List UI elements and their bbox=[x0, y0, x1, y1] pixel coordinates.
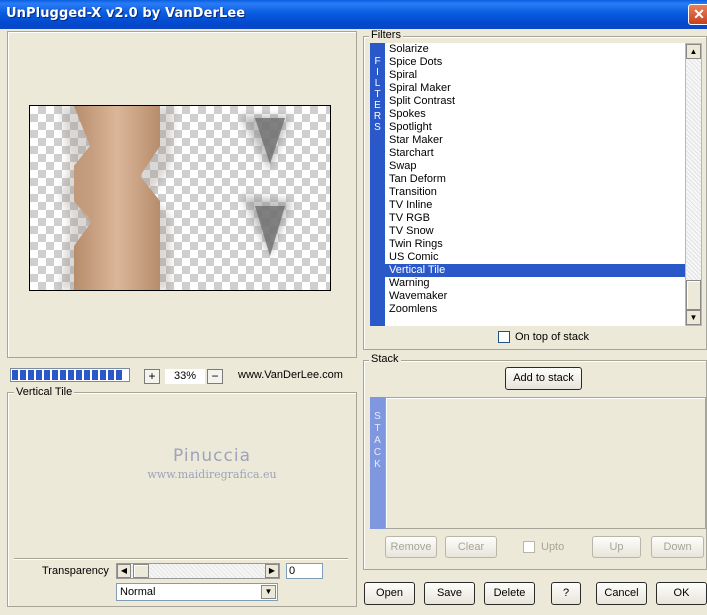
preview-artwork bbox=[60, 106, 292, 290]
list-item[interactable]: Spice Dots bbox=[385, 56, 686, 69]
blend-mode-value: Normal bbox=[120, 586, 156, 598]
close-icon: ✕ bbox=[693, 6, 705, 22]
list-item[interactable]: Spokes bbox=[385, 108, 686, 121]
scroll-left-icon[interactable]: ◀ bbox=[117, 564, 131, 578]
stack-list[interactable] bbox=[385, 397, 706, 529]
save-button[interactable]: Save bbox=[424, 582, 475, 605]
list-item[interactable]: Spiral Maker bbox=[385, 82, 686, 95]
delete-button[interactable]: Delete bbox=[484, 582, 535, 605]
up-button[interactable]: Up bbox=[592, 536, 641, 558]
scrollbar-thumb[interactable] bbox=[686, 280, 701, 310]
zoom-in-button[interactable]: + bbox=[144, 369, 160, 384]
open-button[interactable]: Open bbox=[364, 582, 415, 605]
close-button[interactable]: ✕ bbox=[688, 4, 707, 25]
remove-button[interactable]: Remove bbox=[385, 536, 437, 558]
list-item[interactable]: Twin Rings bbox=[385, 238, 686, 251]
filters-label: Filters bbox=[369, 29, 403, 41]
add-to-stack-button[interactable]: Add to stack bbox=[505, 367, 582, 390]
upto-checkbox[interactable] bbox=[523, 541, 535, 553]
ok-button[interactable]: OK bbox=[656, 582, 707, 605]
list-item[interactable]: Wavemaker bbox=[385, 290, 686, 303]
list-item[interactable]: TV Snow bbox=[385, 225, 686, 238]
list-item[interactable]: TV Inline bbox=[385, 199, 686, 212]
list-item[interactable]: Spiral bbox=[385, 69, 686, 82]
window-title: UnPlugged-X v2.0 by VanDerLee bbox=[6, 6, 246, 21]
list-item[interactable]: Zoomlens bbox=[385, 303, 686, 316]
list-item[interactable]: Solarize bbox=[385, 43, 686, 56]
on-top-label: On top of stack bbox=[515, 331, 589, 343]
stack-strip: S T A C K bbox=[370, 397, 385, 529]
on-top-checkbox[interactable] bbox=[498, 331, 510, 343]
list-item[interactable]: Starchart bbox=[385, 147, 686, 160]
stack-label: Stack bbox=[369, 353, 401, 365]
list-item[interactable]: Star Maker bbox=[385, 134, 686, 147]
upto-label: Upto bbox=[541, 541, 565, 553]
watermark-url: www.maidiregrafica.eu bbox=[147, 468, 277, 481]
watermark-name: Pinuccia bbox=[173, 446, 251, 466]
list-item[interactable]: Split Contrast bbox=[385, 95, 686, 108]
list-item[interactable]: Warning bbox=[385, 277, 686, 290]
help-button[interactable]: ? bbox=[551, 582, 581, 605]
progress-bar bbox=[10, 368, 130, 382]
website-link[interactable]: www.VanDerLee.com bbox=[238, 369, 343, 381]
transparency-input[interactable]: 0 bbox=[286, 563, 323, 579]
blend-mode-select[interactable]: Normal ▼ bbox=[116, 583, 278, 601]
preview-image[interactable] bbox=[29, 105, 331, 291]
list-item[interactable]: TV RGB bbox=[385, 212, 686, 225]
list-item[interactable]: US Comic bbox=[385, 251, 686, 264]
scroll-up-icon[interactable]: ▲ bbox=[686, 44, 701, 59]
filters-strip: F I L T E R S bbox=[370, 43, 385, 326]
cancel-button[interactable]: Cancel bbox=[596, 582, 647, 605]
divider bbox=[14, 558, 348, 560]
scroll-right-icon[interactable]: ▶ bbox=[265, 564, 279, 578]
title-bar[interactable]: UnPlugged-X v2.0 by VanDerLee ✕ bbox=[0, 0, 707, 29]
chevron-down-icon[interactable]: ▼ bbox=[261, 585, 276, 599]
filter-settings-label: Vertical Tile bbox=[14, 386, 75, 398]
zoom-level: 33% bbox=[165, 369, 205, 384]
clear-button[interactable]: Clear bbox=[445, 536, 497, 558]
transparency-label: Transparency bbox=[42, 565, 109, 577]
down-button[interactable]: Down bbox=[651, 536, 704, 558]
watermark: Pinuccia www.maidiregrafica.eu bbox=[0, 446, 424, 481]
slider-thumb[interactable] bbox=[133, 564, 149, 578]
list-item-selected[interactable]: Vertical Tile bbox=[385, 264, 686, 277]
filters-scrollbar[interactable]: ▲ ▼ bbox=[685, 43, 702, 326]
transparency-slider[interactable]: ◀ ▶ bbox=[116, 563, 280, 579]
list-item[interactable]: Spotlight bbox=[385, 121, 686, 134]
zoom-out-button[interactable]: − bbox=[207, 369, 223, 384]
list-item[interactable]: Swap bbox=[385, 160, 686, 173]
list-item[interactable]: Tan Deform bbox=[385, 173, 686, 186]
filters-list[interactable]: Solarize Spice Dots Spiral Spiral Maker … bbox=[385, 43, 686, 326]
scroll-down-icon[interactable]: ▼ bbox=[686, 310, 701, 325]
list-item[interactable]: Transition bbox=[385, 186, 686, 199]
